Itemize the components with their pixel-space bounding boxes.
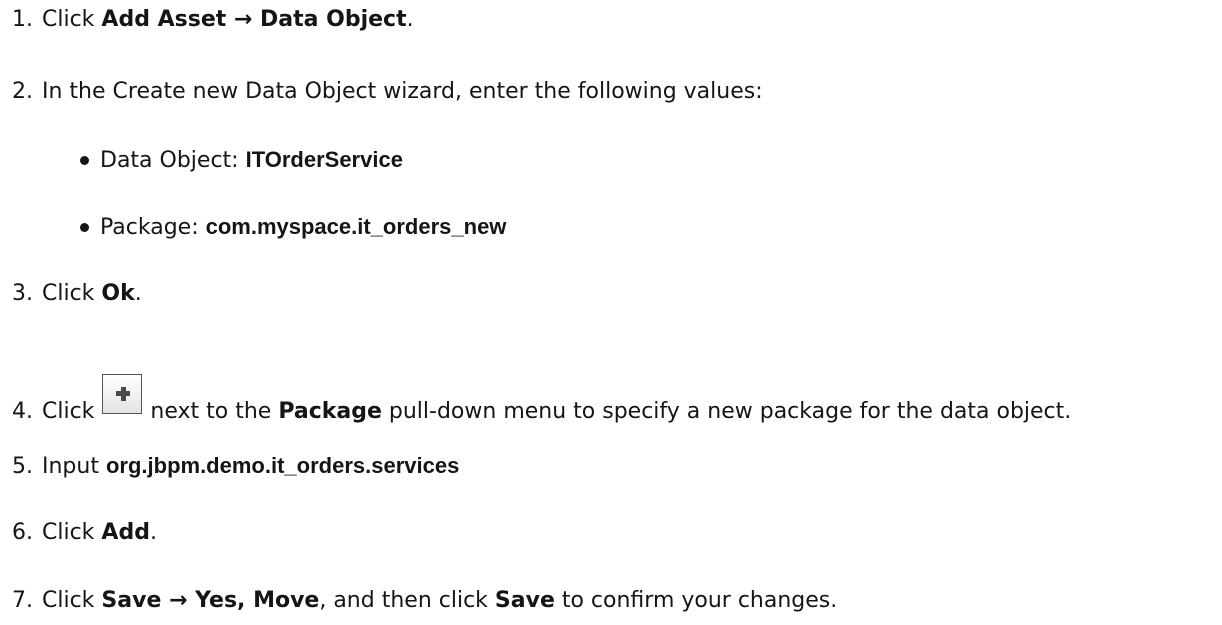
step-7: 7. Click Save → Yes, Move, and then click… <box>0 586 837 616</box>
bullet-icon <box>80 223 89 232</box>
step-6: 6. Click Add. <box>0 518 157 548</box>
step-number: 3. <box>12 281 33 306</box>
step-number: 1. <box>12 7 33 32</box>
step-4: 4. Click next to the Package pull-down me… <box>0 374 1071 427</box>
plus-icon <box>102 374 143 414</box>
field-data-object: Data Object: ITOrderService <box>0 145 1222 175</box>
ui-label-save-yes-move: Save → Yes, Move <box>101 588 320 613</box>
step-5: 5. Input org.jbpm.demo.it_orders.services <box>0 451 459 482</box>
ui-label-ok: Ok <box>101 281 135 306</box>
input-value: org.jbpm.demo.it_orders.services <box>105 453 460 478</box>
field-label: Data Object: <box>100 148 246 173</box>
field-package: Package: com.myspace.it_orders_new <box>0 212 1222 242</box>
step-number: 5. <box>12 454 33 479</box>
step-number: 7. <box>12 588 33 613</box>
step-text: In the Create new Data Object wizard, en… <box>42 79 763 104</box>
step-1: 1. Click Add Asset → Data Object. <box>0 5 414 35</box>
step-text: Click <box>42 7 102 32</box>
step-number: 4. <box>12 399 33 424</box>
field-label: Package: <box>100 215 206 240</box>
field-value: ITOrderService <box>245 147 403 172</box>
ui-label-package: Package <box>278 399 382 424</box>
step-2: 2. In the Create new Data Object wizard, … <box>0 77 763 107</box>
bullet-icon <box>80 156 89 165</box>
step-3: 3. Click Ok. <box>0 279 142 309</box>
step-number: 6. <box>12 520 33 545</box>
ui-label-add-asset: Add Asset → Data Object <box>101 7 407 32</box>
ui-label-add: Add <box>101 520 150 545</box>
ui-label-save: Save <box>494 588 555 613</box>
step-number: 2. <box>12 79 33 104</box>
field-value: com.myspace.it_orders_new <box>205 214 507 239</box>
